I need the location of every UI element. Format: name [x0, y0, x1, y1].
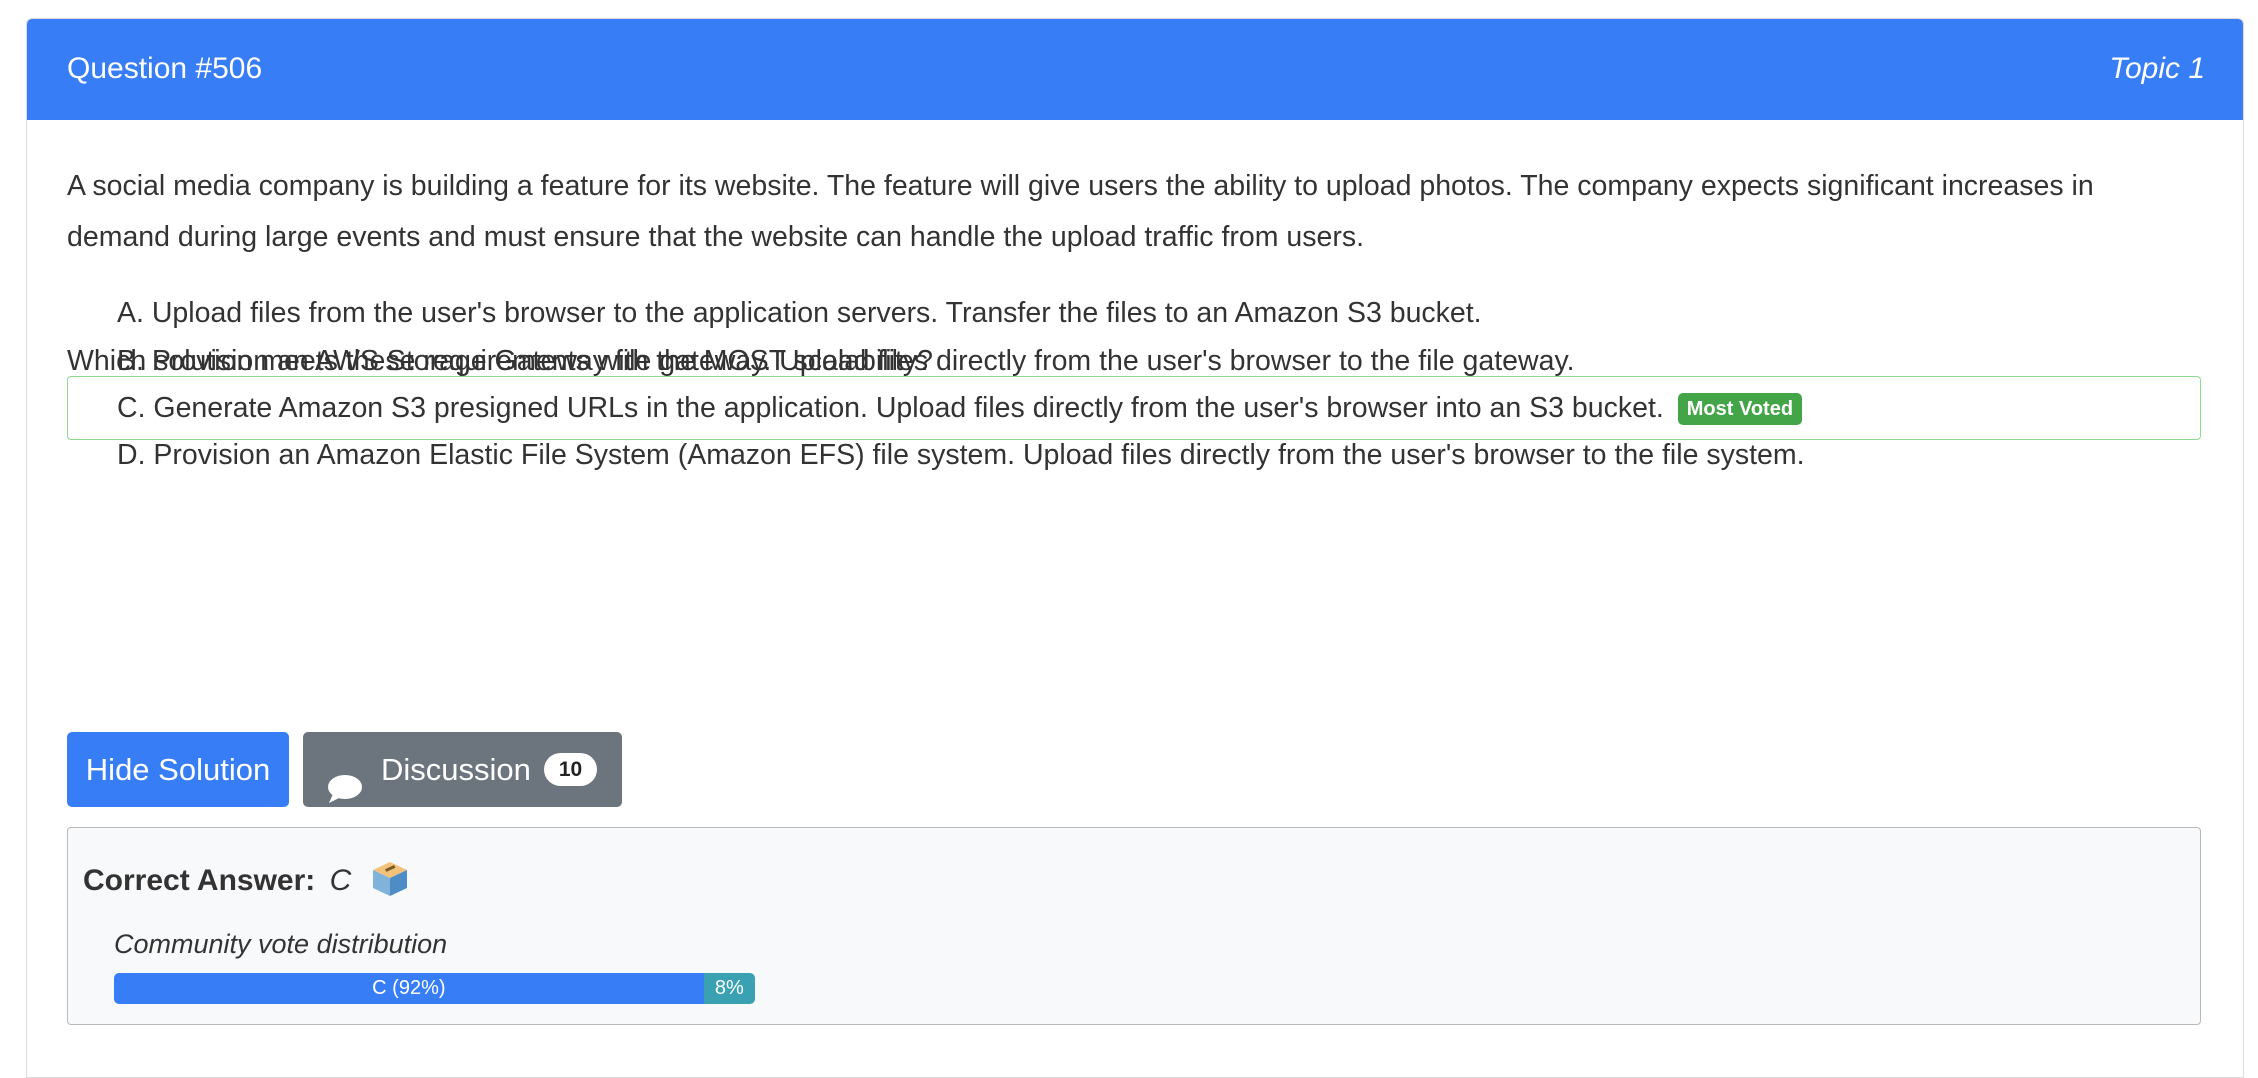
discussion-count-badge: 10	[544, 753, 597, 786]
question-topic: Topic 1	[2109, 52, 2205, 85]
vote-distribution-bar: C (92%) 8%	[114, 973, 755, 1004]
hide-solution-label: Hide Solution	[85, 752, 271, 787]
most-voted-badge: Most Voted	[1677, 393, 1803, 425]
choice-a-text: A. Upload files from the user's browser …	[117, 297, 1482, 329]
discussion-button[interactable]: Discussion 10	[303, 732, 622, 807]
question-title: Question #506	[67, 52, 263, 85]
correct-answer-label: Correct Answer:	[83, 864, 316, 897]
correct-answer-box: Correct Answer: C Community vote distrib…	[67, 827, 2201, 1025]
question-header: Question #506 Topic 1	[27, 19, 2243, 120]
question-text: A social media company is building a fea…	[67, 170, 2094, 253]
correct-answer-line: Correct Answer: C	[83, 860, 410, 901]
correct-answer-value: C	[329, 864, 352, 897]
choice-d[interactable]: D. Provision an Amazon Elastic File Syst…	[67, 423, 2201, 487]
question-card: Question #506 Topic 1 A social media com…	[26, 18, 2244, 1078]
vote-segment-1: C (92%)	[114, 973, 704, 1004]
choice-b-text: B. Provision an AWS Storage Gateway file…	[117, 345, 1575, 377]
vote-segment-2: 8%	[703, 973, 755, 1004]
choice-d-text: D. Provision an Amazon Elastic File Syst…	[117, 439, 1805, 471]
discussion-label: Discussion	[381, 752, 531, 787]
vote-distribution-label: Community vote distribution	[114, 929, 448, 959]
chat-bubble-icon	[327, 756, 363, 803]
hide-solution-button[interactable]: Hide Solution	[67, 732, 289, 807]
choice-c-text: C. Generate Amazon S3 presigned URLs in …	[117, 392, 1664, 424]
ballot-box-icon	[370, 860, 410, 898]
